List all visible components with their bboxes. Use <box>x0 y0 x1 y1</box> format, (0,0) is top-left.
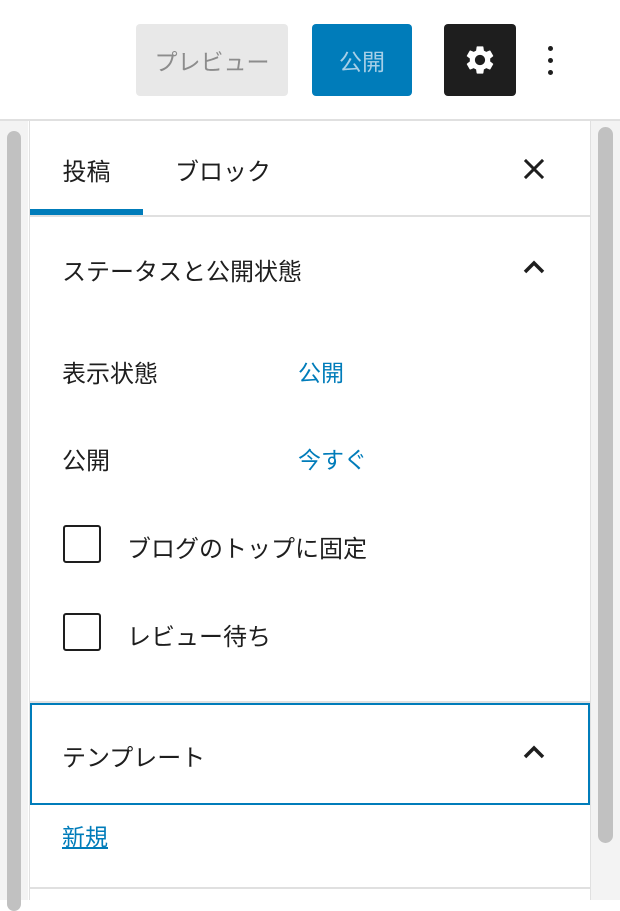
publish-date-label: 公開 <box>62 447 110 475</box>
preview-button[interactable]: プレビュー <box>136 24 288 96</box>
vertical-ellipsis-icon <box>547 45 553 51</box>
pending-review-checkbox[interactable] <box>63 613 101 651</box>
publish-date-value-link[interactable]: 今すぐ <box>298 441 367 475</box>
stick-to-top-checkbox[interactable] <box>63 525 101 563</box>
template-title: テンプレート <box>62 744 206 772</box>
stick-to-top-label[interactable]: ブログのトップに固定 <box>127 529 367 564</box>
active-tab-indicator <box>30 209 143 215</box>
right-scrollbar-thumb[interactable] <box>598 127 613 843</box>
chevron-up-icon <box>523 260 545 274</box>
chevron-up-icon <box>523 745 545 759</box>
template-panel-toggle[interactable]: テンプレート <box>30 703 590 805</box>
left-scrollbar-thumb[interactable] <box>7 131 21 911</box>
editor-toolbar: プレビュー 公開 <box>0 0 620 121</box>
section-divider <box>30 887 590 889</box>
close-icon <box>523 158 545 180</box>
pending-review-label[interactable]: レビュー待ち <box>127 617 271 652</box>
right-scrollbar[interactable] <box>591 121 620 900</box>
visibility-value-link[interactable]: 公開 <box>298 354 344 388</box>
tab-block[interactable]: ブロック <box>143 121 303 217</box>
visibility-label: 表示状態 <box>62 360 158 388</box>
close-sidebar-button[interactable] <box>510 148 558 190</box>
status-visibility-panel-toggle[interactable]: ステータスと公開状態 <box>30 217 590 317</box>
tab-post[interactable]: 投稿 <box>30 121 143 217</box>
new-template-link[interactable]: 新規 <box>62 818 108 852</box>
settings-button[interactable] <box>444 24 516 96</box>
gear-icon <box>466 46 494 74</box>
more-options-button[interactable] <box>532 36 568 84</box>
publish-button[interactable]: 公開 <box>312 24 412 96</box>
settings-sidebar: 投稿 ブロック ステータスと公開状態 表示状態 公開 公開 今すぐ ブログのトッ… <box>29 121 591 900</box>
status-visibility-title: ステータスと公開状態 <box>62 258 302 286</box>
left-scrollbar[interactable] <box>0 121 28 911</box>
sidebar-tabs: 投稿 ブロック <box>30 121 590 217</box>
